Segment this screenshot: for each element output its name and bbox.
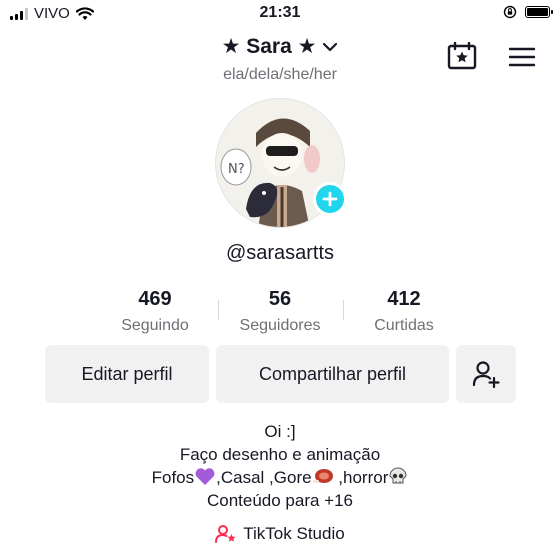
bio-line: Faço desenho e animação bbox=[179, 445, 381, 464]
stat-value: 412 bbox=[387, 288, 421, 310]
bio-text: ,Casal ,Gore bbox=[216, 468, 312, 487]
purple-heart-icon bbox=[195, 468, 215, 485]
stat-value: 469 bbox=[138, 288, 172, 310]
divider bbox=[218, 300, 219, 320]
bio-line: Fofos ,Casal ,Gore ,horror bbox=[0, 466, 560, 489]
bio-line: Oi :] bbox=[264, 422, 296, 441]
svg-text:N?: N? bbox=[228, 162, 245, 177]
add-avatar-button[interactable] bbox=[313, 182, 347, 216]
bio-text: Fofos bbox=[151, 468, 195, 487]
add-user-icon bbox=[472, 361, 500, 389]
skull-icon bbox=[389, 467, 407, 484]
profile-header: ★ Sara ★ ela/dela/she/her bbox=[0, 30, 560, 90]
stat-label: Seguidores bbox=[239, 317, 321, 334]
stat-following[interactable]: 469 Seguindo bbox=[95, 288, 215, 335]
chevron-down-icon bbox=[323, 42, 338, 51]
calendar-star-icon bbox=[447, 41, 477, 70]
stat-label: Curtidas bbox=[374, 317, 434, 334]
status-bar: VIVO 21:31 bbox=[0, 0, 560, 30]
stat-followers[interactable]: 56 Seguidores bbox=[220, 288, 340, 335]
studio-user-star-icon bbox=[215, 525, 236, 543]
add-friend-button[interactable] bbox=[456, 345, 516, 403]
calendar-button[interactable] bbox=[447, 41, 477, 75]
clock: 21:31 bbox=[259, 4, 301, 21]
menu-button[interactable] bbox=[508, 46, 536, 73]
avatar-container[interactable]: N? bbox=[215, 98, 347, 228]
tiktok-studio-link[interactable]: TikTok Studio bbox=[0, 524, 560, 544]
studio-label: TikTok Studio bbox=[243, 524, 345, 543]
stat-value: 56 bbox=[268, 288, 292, 310]
plus-icon bbox=[322, 191, 338, 207]
edit-profile-button[interactable]: Editar perfil bbox=[45, 345, 209, 403]
stat-label: Seguindo bbox=[121, 317, 189, 334]
bio-line: Conteúdo para +16 bbox=[206, 491, 354, 510]
display-name: ★ Sara ★ bbox=[221, 35, 317, 58]
battery-icon bbox=[525, 6, 553, 18]
bio-text: ,horror bbox=[333, 468, 389, 487]
share-profile-button[interactable]: Compartilhar perfil bbox=[216, 345, 449, 403]
profile-stats: 469 Seguindo 56 Seguidores 412 Curtidas bbox=[0, 288, 560, 338]
username: @sarasartts bbox=[225, 242, 335, 264]
meat-icon bbox=[312, 469, 333, 483]
menu-icon bbox=[508, 47, 536, 67]
orientation-lock-icon bbox=[503, 5, 517, 19]
bio: Oi :] Faço desenho e animação Fofos ,Casa… bbox=[0, 420, 560, 512]
stat-likes[interactable]: 412 Curtidas bbox=[344, 288, 464, 335]
